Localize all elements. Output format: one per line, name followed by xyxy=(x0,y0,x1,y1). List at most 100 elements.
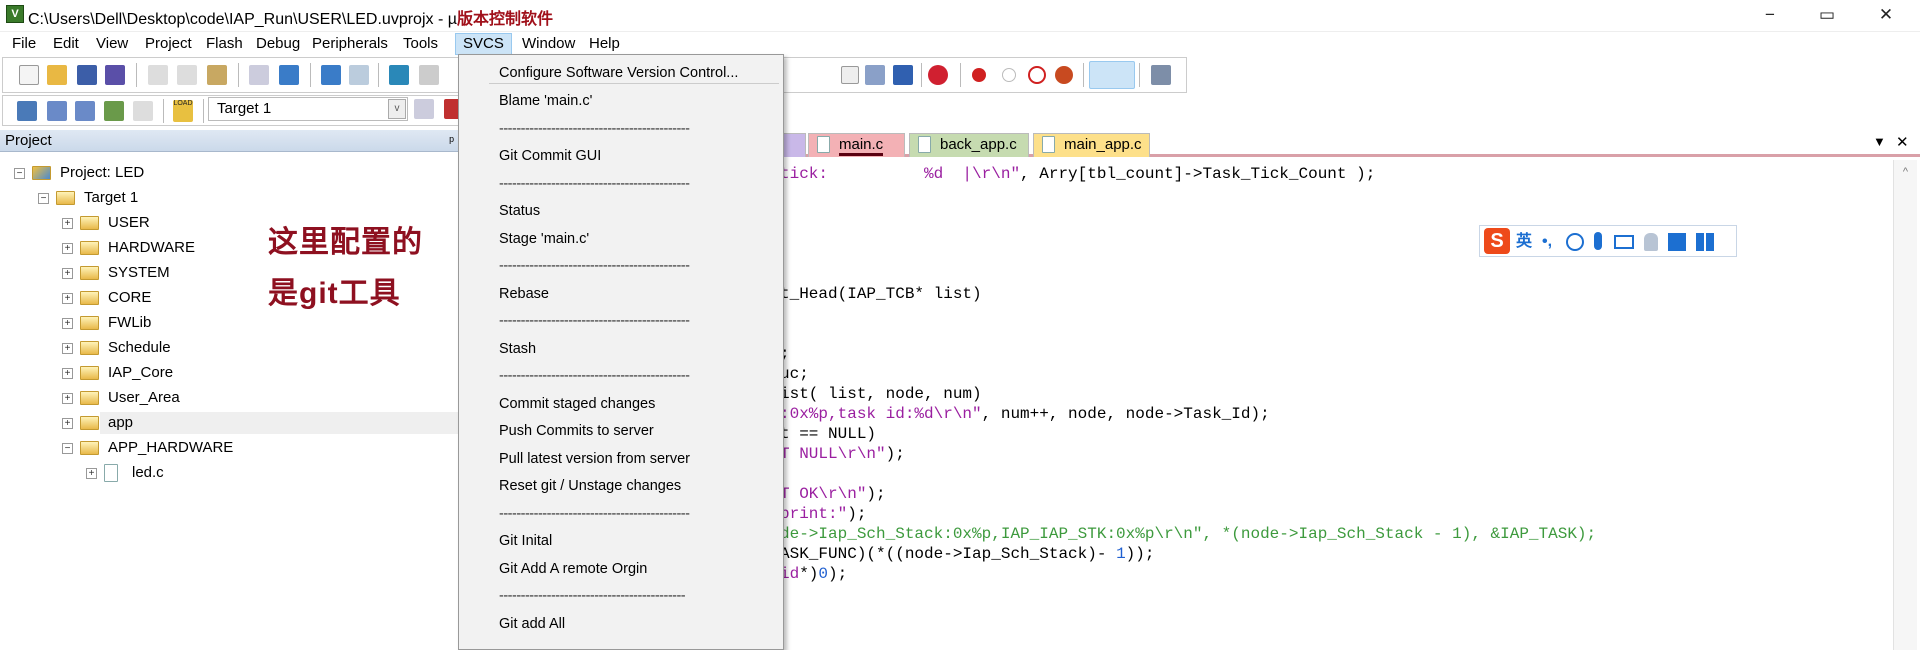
find-in-files-icon[interactable] xyxy=(865,65,885,85)
code-editor[interactable]: tick: %d |\r\n", Arry[tbl_count]->Task_T… xyxy=(770,160,1920,650)
collapse-icon[interactable]: − xyxy=(38,193,49,204)
menu-item-stage-main-c[interactable]: Stage 'main.c' xyxy=(499,227,589,251)
new-file-icon[interactable] xyxy=(19,65,39,85)
tree-item-led-c[interactable]: led.c xyxy=(124,462,164,484)
collapse-icon[interactable]: − xyxy=(62,443,73,454)
navigate-back-icon[interactable] xyxy=(321,65,341,85)
menu-file[interactable]: File xyxy=(5,33,43,55)
expand-icon[interactable]: + xyxy=(62,243,73,254)
start-debug-icon[interactable] xyxy=(928,65,948,85)
tab-back-app-c[interactable]: back_app.c xyxy=(909,133,1029,157)
cut-icon[interactable] xyxy=(148,65,168,85)
configure-icon[interactable] xyxy=(1151,65,1171,85)
paste-icon[interactable] xyxy=(207,65,227,85)
save-icon[interactable] xyxy=(77,65,97,85)
close-tab-button[interactable]: ✕ xyxy=(1896,133,1909,151)
tree-item-core[interactable]: CORE xyxy=(100,287,151,309)
target-select[interactable]: Target 1 v xyxy=(208,97,408,121)
menu-item-reset-git-unstage-changes[interactable]: Reset git / Unstage changes xyxy=(499,474,681,498)
apps-icon[interactable] xyxy=(1696,233,1714,251)
tree-item-iap-core[interactable]: IAP_Core xyxy=(100,362,173,384)
expand-icon[interactable]: + xyxy=(62,218,73,229)
microphone-icon[interactable] xyxy=(1594,232,1602,250)
menu-item-pull-latest-version-from-server[interactable]: Pull latest version from server xyxy=(499,447,690,471)
open-file-icon[interactable] xyxy=(47,65,67,85)
menu-item-git-add-all[interactable]: Git add All xyxy=(499,612,565,636)
vertical-scrollbar[interactable]: ^ xyxy=(1893,160,1917,650)
undo-icon[interactable] xyxy=(249,65,269,85)
tree-item-app[interactable]: app xyxy=(100,412,458,434)
menu-flash[interactable]: Flash xyxy=(199,33,250,55)
menu-item-configure-software-version-control[interactable]: Configure Software Version Control... xyxy=(499,61,738,85)
kill-breakpoints-icon[interactable] xyxy=(1055,66,1073,84)
menu-svcs[interactable]: SVCS xyxy=(455,33,512,55)
redo-icon[interactable] xyxy=(279,65,299,85)
ime-punctuation-toggle[interactable]: •, xyxy=(1542,231,1552,253)
tree-item-app-hardware[interactable]: APP_HARDWARE xyxy=(100,437,233,459)
menu-tools[interactable]: Tools xyxy=(396,33,445,55)
maximize-button[interactable]: ▭ xyxy=(1807,2,1847,28)
tree-item-hardware[interactable]: HARDWARE xyxy=(100,237,195,259)
menu-help[interactable]: Help xyxy=(582,33,627,55)
enable-breakpoint-icon[interactable] xyxy=(1002,68,1016,82)
menu-project[interactable]: Project xyxy=(138,33,199,55)
expand-icon[interactable]: + xyxy=(86,468,97,479)
disable-breakpoints-icon[interactable] xyxy=(1028,66,1046,84)
batch-build-icon[interactable] xyxy=(104,101,124,121)
skin-icon[interactable] xyxy=(1668,233,1686,251)
tree-item-schedule[interactable]: Schedule xyxy=(100,337,171,359)
expand-icon[interactable]: + xyxy=(62,418,73,429)
tab-main-app-c[interactable]: main_app.c xyxy=(1033,133,1150,157)
scroll-up-arrow-icon[interactable]: ^ xyxy=(1894,166,1917,178)
tree-item-fwlib[interactable]: FWLib xyxy=(100,312,151,334)
tab-main-c[interactable]: main.c xyxy=(808,133,905,157)
expand-icon[interactable]: + xyxy=(62,368,73,379)
tree-item-project-led[interactable]: Project: LED xyxy=(52,162,144,184)
menu-peripherals[interactable]: Peripherals xyxy=(305,33,395,55)
insert-breakpoint-icon[interactable] xyxy=(972,68,986,82)
sogou-logo[interactable]: S xyxy=(1484,228,1510,254)
user-icon[interactable] xyxy=(1644,233,1658,251)
menu-item-commit-staged-changes[interactable]: Commit staged changes xyxy=(499,392,655,416)
stop-build-icon[interactable] xyxy=(133,101,153,121)
menu-item-blame-main-c[interactable]: Blame 'main.c' xyxy=(499,89,592,113)
prev-bookmark-icon[interactable] xyxy=(419,65,439,85)
window-layout-dropdown[interactable] xyxy=(1089,61,1135,89)
menu-item-git-commit-gui[interactable]: Git Commit GUI xyxy=(499,144,601,168)
download-icon[interactable]: LOAD xyxy=(173,100,193,122)
find-combo-arrow[interactable] xyxy=(841,66,859,84)
expand-icon[interactable]: + xyxy=(62,268,73,279)
menu-debug[interactable]: Debug xyxy=(249,33,307,55)
emoji-icon[interactable] xyxy=(1566,233,1584,251)
menu-edit[interactable]: Edit xyxy=(46,33,86,55)
expand-icon[interactable]: + xyxy=(62,293,73,304)
expand-icon[interactable]: + xyxy=(62,318,73,329)
pin-icon[interactable]: ᵖ xyxy=(449,130,454,152)
menu-item-push-commits-to-server[interactable]: Push Commits to server xyxy=(499,419,654,443)
collapse-icon[interactable]: − xyxy=(14,168,25,179)
minimize-button[interactable]: − xyxy=(1750,2,1790,28)
menu-view[interactable]: View xyxy=(89,33,135,55)
keyboard-icon[interactable] xyxy=(1614,235,1634,249)
menu-window[interactable]: Window xyxy=(515,33,582,55)
menu-item-rebase[interactable]: Rebase xyxy=(499,282,549,306)
build-icon[interactable] xyxy=(47,101,67,121)
tab-list-dropdown[interactable]: ▼ xyxy=(1873,134,1886,149)
menu-item-git-add-a-remote-orgin[interactable]: Git Add A remote Orgin xyxy=(499,557,647,581)
menu-item-git-inital[interactable]: Git Inital xyxy=(499,529,552,553)
copy-icon[interactable] xyxy=(177,65,197,85)
navigate-forward-icon[interactable] xyxy=(349,65,369,85)
close-button[interactable]: ✕ xyxy=(1866,2,1906,28)
tree-item-user-area[interactable]: User_Area xyxy=(100,387,180,409)
tree-item-user[interactable]: USER xyxy=(100,212,150,234)
bookmark-icon[interactable] xyxy=(389,65,409,85)
tree-item-target-1[interactable]: Target 1 xyxy=(76,187,138,209)
rebuild-icon[interactable] xyxy=(75,101,95,121)
ime-language-toggle[interactable]: 英 xyxy=(1516,231,1532,253)
debug-session-icon[interactable] xyxy=(893,65,913,85)
menu-item-status[interactable]: Status xyxy=(499,199,540,223)
expand-icon[interactable]: + xyxy=(62,343,73,354)
translate-icon[interactable] xyxy=(17,101,37,121)
expand-icon[interactable]: + xyxy=(62,393,73,404)
save-all-icon[interactable] xyxy=(105,65,125,85)
